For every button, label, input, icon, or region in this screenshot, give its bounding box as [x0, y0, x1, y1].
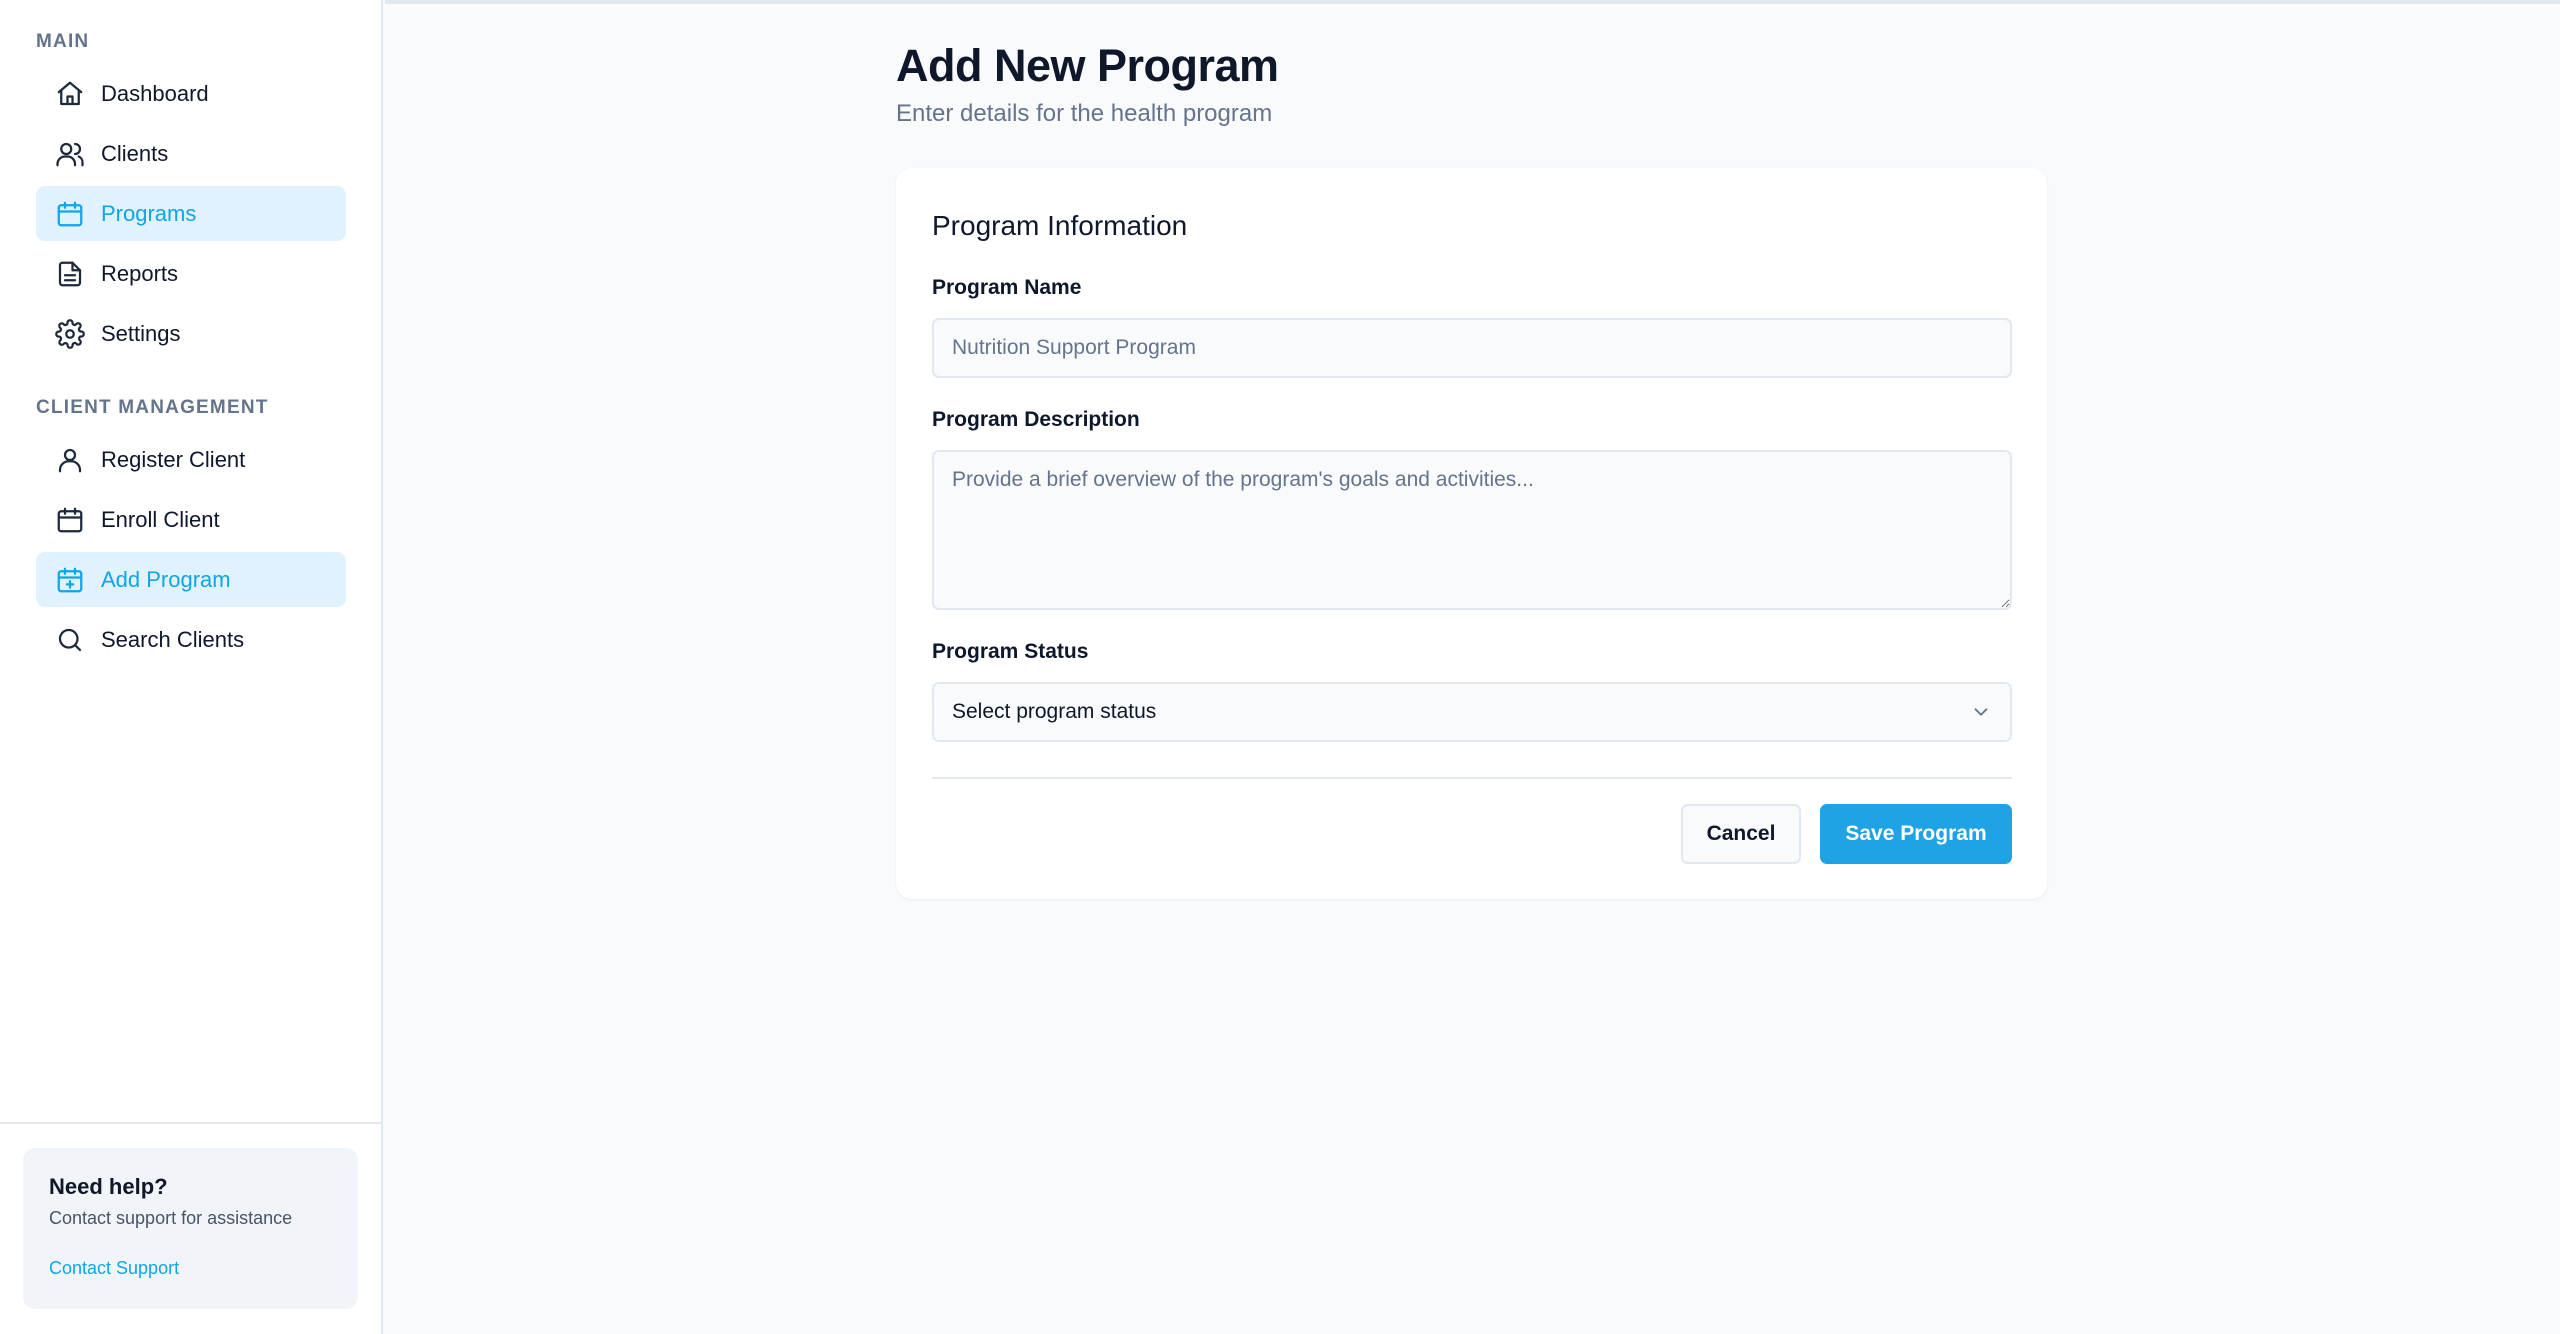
sidebar-divider — [0, 1122, 383, 1124]
sidebar-item-reports[interactable]: Reports — [36, 246, 346, 301]
sidebar-item-label: Dashboard — [101, 80, 209, 106]
calendar-icon — [54, 198, 86, 230]
sidebar-item-label: Settings — [101, 320, 181, 346]
calendar-plus-icon — [54, 564, 86, 596]
help-card: Need help? Contact support for assistanc… — [23, 1148, 358, 1309]
sidebar-item-label: Add Program — [101, 566, 231, 592]
section-title-client-management: CLIENT MANAGEMENT — [36, 397, 269, 418]
sidebar-item-register-client[interactable]: Register Client — [36, 432, 346, 487]
header-divider — [385, 0, 2560, 4]
sidebar-item-label: Enroll Client — [101, 506, 220, 532]
cancel-button[interactable]: Cancel — [1681, 804, 1801, 864]
program-name-label: Program Name — [932, 276, 1082, 299]
sidebar-item-label: Search Clients — [101, 626, 245, 652]
search-icon — [54, 624, 86, 656]
help-text: Contact support for assistance — [49, 1208, 293, 1228]
sidebar-item-settings[interactable]: Settings — [36, 306, 346, 361]
section-title-main: MAIN — [36, 31, 90, 52]
program-status-value: Select program status — [952, 700, 1157, 723]
sidebar-item-label: Register Client — [101, 446, 246, 472]
sidebar-item-enroll-client[interactable]: Enroll Client — [36, 492, 346, 547]
calendar-icon — [54, 504, 86, 536]
page-title: Add New Program — [896, 40, 1279, 91]
sidebar-item-label: Programs — [101, 200, 197, 226]
program-form-card: Program Information Program Name Program… — [896, 168, 2047, 899]
sidebar: MAIN Dashboard Clients Programs Reports … — [0, 0, 383, 1334]
home-icon — [54, 78, 86, 110]
form-divider — [932, 777, 2012, 779]
help-title: Need help? — [49, 1174, 168, 1199]
sidebar-item-clients[interactable]: Clients — [36, 126, 346, 181]
chevron-down-icon — [1970, 701, 1992, 723]
program-description-label: Program Description — [932, 408, 1140, 431]
program-name-input[interactable] — [932, 318, 2012, 378]
gear-icon — [54, 318, 86, 350]
program-status-select[interactable]: Select program status — [932, 682, 2012, 742]
sidebar-item-search-clients[interactable]: Search Clients — [36, 612, 346, 667]
sidebar-item-label: Reports — [101, 260, 179, 286]
sidebar-item-programs[interactable]: Programs — [36, 186, 346, 241]
document-icon — [54, 258, 86, 290]
program-description-textarea[interactable] — [932, 450, 2012, 610]
sidebar-item-label: Clients — [101, 140, 169, 166]
page-subtitle: Enter details for the health program — [896, 100, 1273, 127]
program-status-label: Program Status — [932, 640, 1089, 663]
contact-support-link[interactable]: Contact Support — [49, 1258, 179, 1279]
sidebar-item-add-program[interactable]: Add Program — [36, 552, 346, 607]
sidebar-item-dashboard[interactable]: Dashboard — [36, 66, 346, 121]
users-icon — [54, 138, 86, 170]
card-title: Program Information — [932, 210, 1188, 241]
save-program-button[interactable]: Save Program — [1820, 804, 2012, 864]
user-icon — [54, 444, 86, 476]
